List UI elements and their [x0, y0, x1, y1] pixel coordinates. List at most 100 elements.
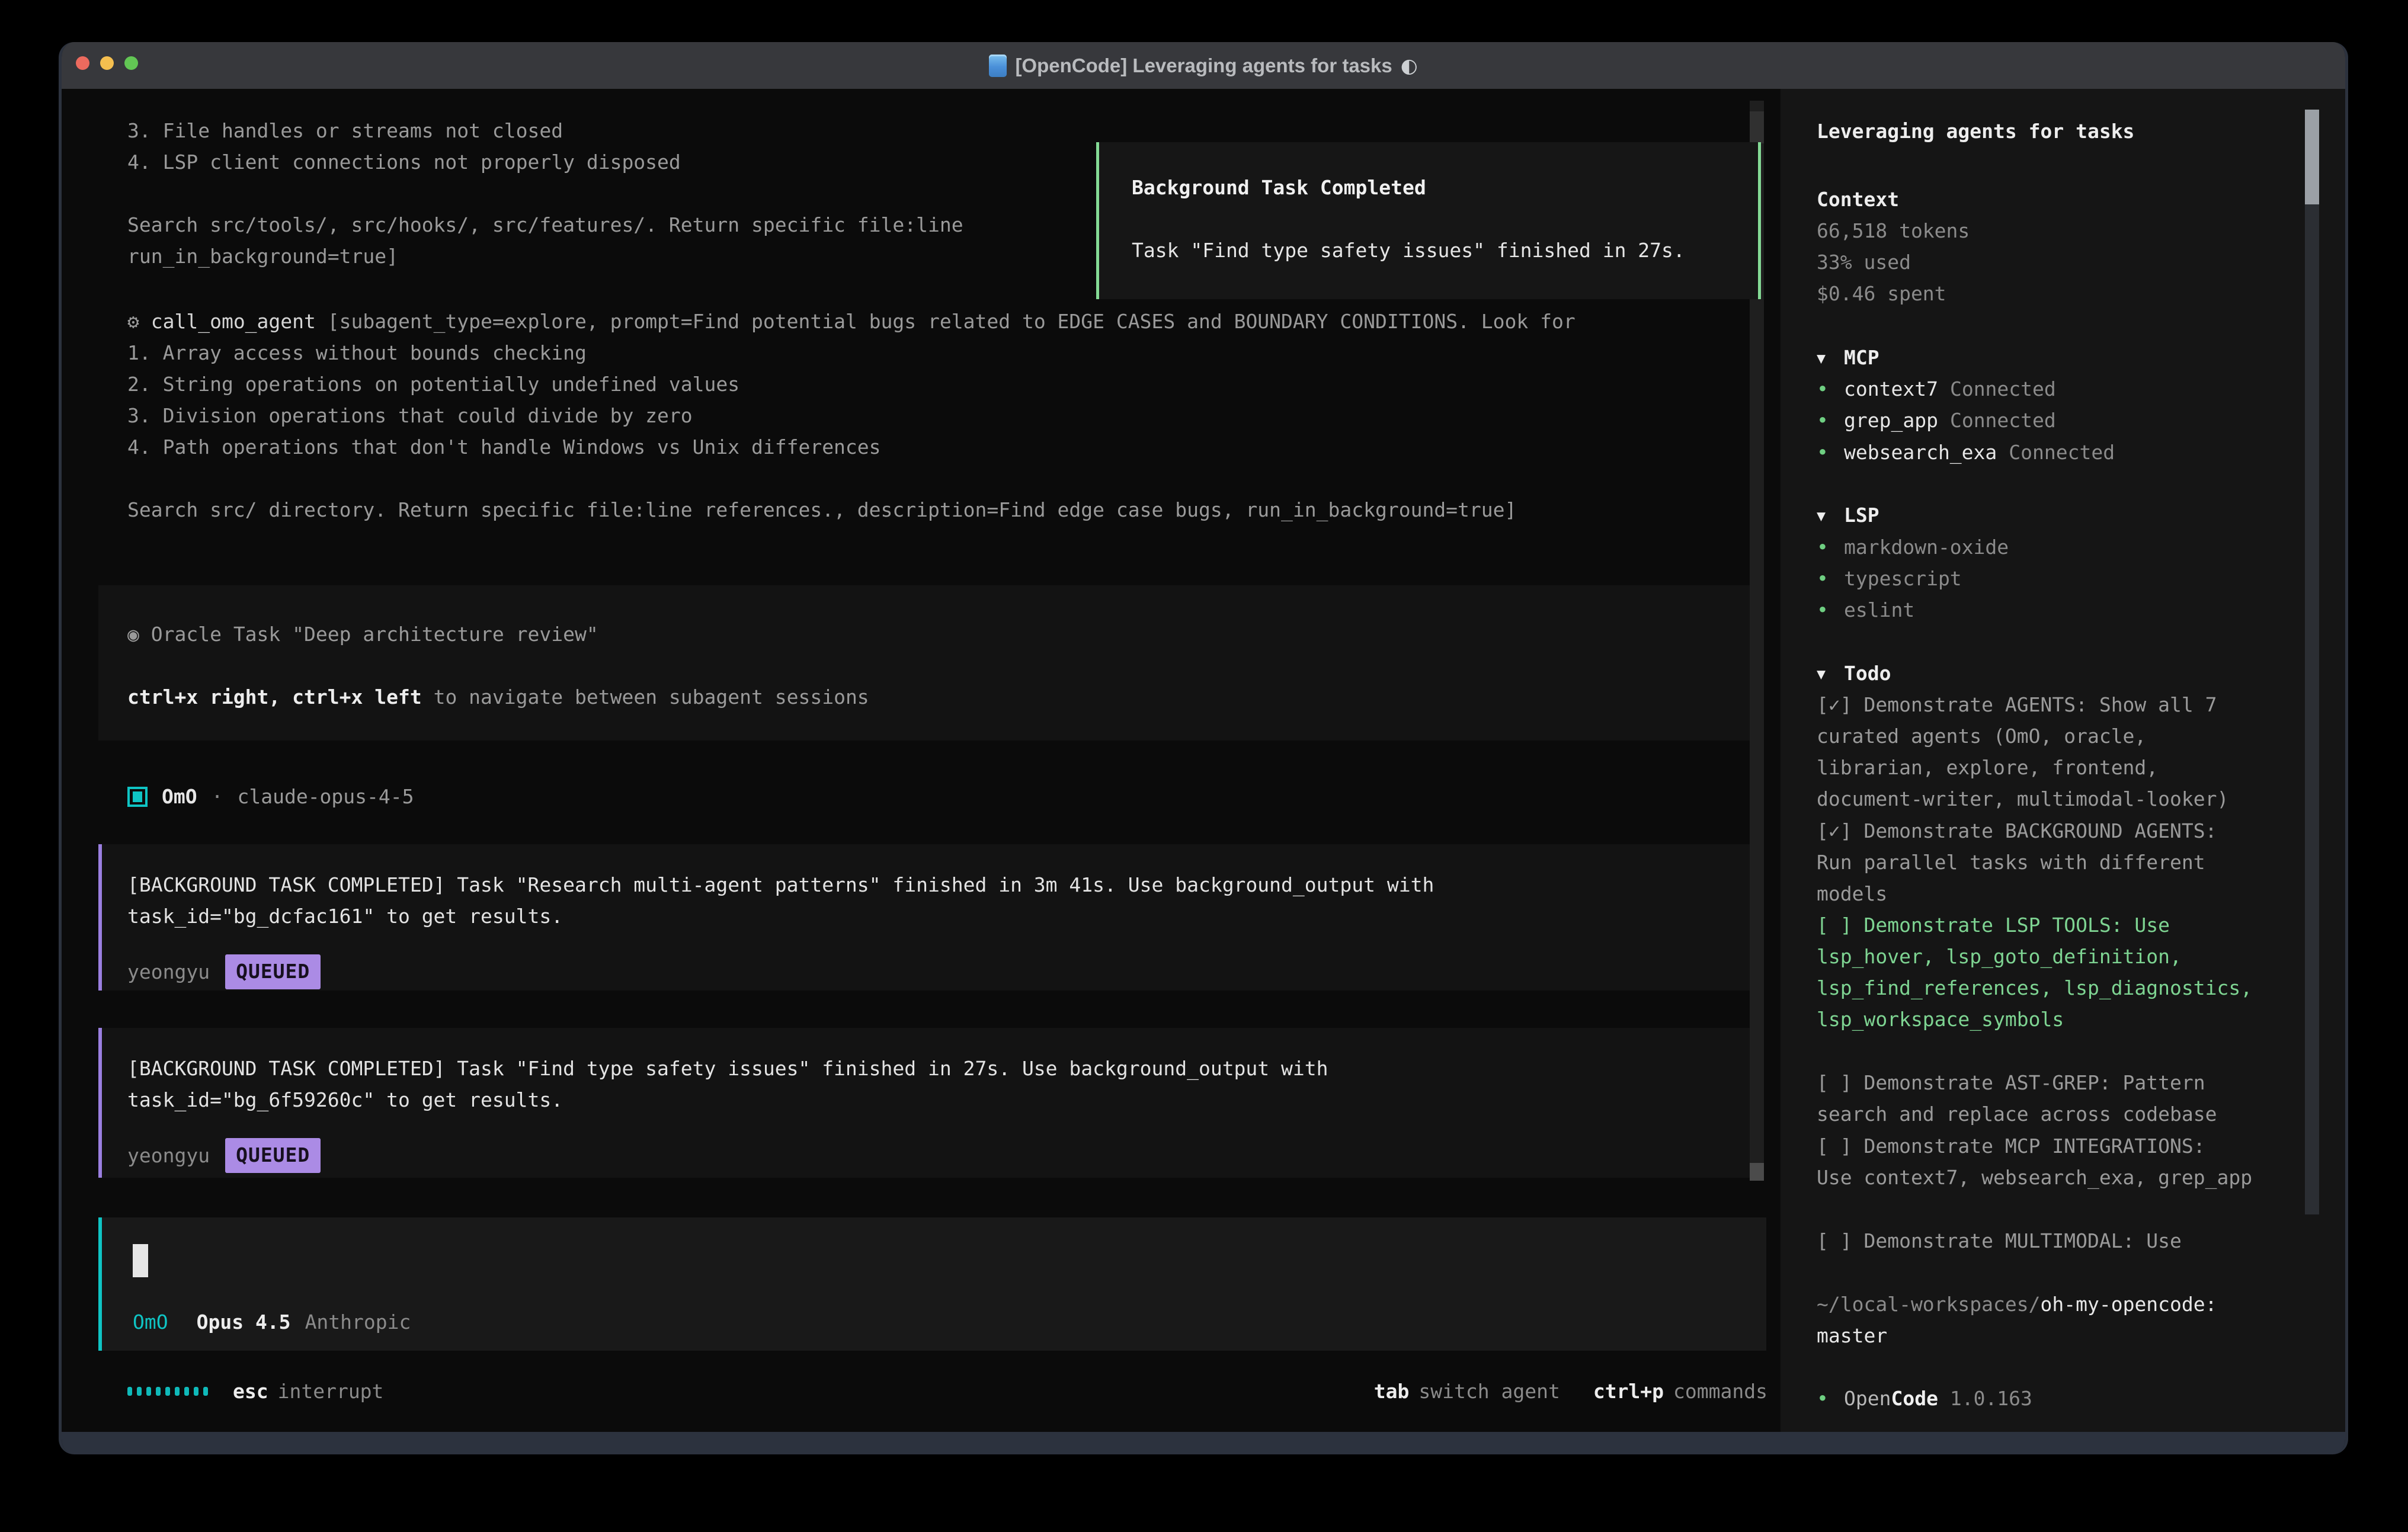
- traffic-lights: [76, 56, 138, 70]
- input-agent-name: OmO: [133, 1306, 168, 1338]
- context-stats: 66,518 tokens 33% used $0.46 spent: [1817, 215, 1970, 309]
- lsp-item: •typescript: [1817, 563, 1962, 594]
- todo-item-open: [ ] Demonstrate AST-GREP: Pattern search…: [1817, 1067, 2320, 1130]
- subagent-nav-hint: ctrl+x right, ctrl+x left to navigate be…: [127, 681, 1750, 713]
- window-titlebar[interactable]: [OpenCode] Leveraging agents for tasks ◐: [62, 42, 2345, 89]
- tab-key-hint: tab: [1374, 1376, 1410, 1407]
- mcp-section-header[interactable]: ▼MCP: [1817, 342, 1879, 374]
- input-model-name: Opus 4.5: [197, 1306, 291, 1338]
- context-heading: Context: [1817, 184, 1899, 215]
- prompt-input[interactable]: OmO Opus 4.5 Anthropic: [98, 1217, 1766, 1351]
- workspace-branch: master: [1817, 1320, 2320, 1351]
- task-message-meta: yeongyu QUEUED: [127, 954, 1750, 989]
- bullet-icon: •: [1817, 405, 1844, 436]
- todo-item-open: [ ] Demonstrate MULTIMODAL: Use: [1817, 1225, 2320, 1257]
- mcp-heading: MCP: [1844, 346, 1879, 369]
- chevron-down-icon: ▼: [1817, 658, 1844, 690]
- bullet-icon: •: [1817, 437, 1844, 468]
- todo-item-open: [ ] Demonstrate MCP INTEGRATIONS: Use co…: [1817, 1130, 2320, 1193]
- task-message-line1: [BACKGROUND TASK COMPLETED] Task "Find t…: [127, 1053, 1750, 1084]
- agent-session-header: OmO · claude-opus-4-5: [127, 781, 414, 812]
- mcp-name: grep_app: [1844, 409, 1938, 432]
- ctrlp-key-label: commands: [1673, 1376, 1767, 1407]
- mcp-name: context7: [1844, 377, 1938, 400]
- chevron-down-icon: ▼: [1817, 500, 1844, 531]
- workspace-path-dim: ~/local-workspaces/: [1817, 1293, 2041, 1316]
- mcp-status: Connected: [1950, 377, 2056, 400]
- input-provider-name: Anthropic: [305, 1306, 411, 1338]
- status-badge: QUEUED: [225, 1138, 321, 1173]
- task-message-meta: yeongyu QUEUED: [127, 1138, 1750, 1173]
- version-name-open: Open: [1844, 1387, 1891, 1410]
- gear-icon: ⚙: [127, 310, 139, 333]
- bullet-icon: •: [1817, 594, 1844, 626]
- text-cursor: [133, 1244, 148, 1277]
- status-badge: QUEUED: [225, 954, 321, 989]
- todo-section-header[interactable]: ▼Todo: [1817, 658, 1891, 690]
- task-message: [BACKGROUND TASK COMPLETED] Task "Find t…: [98, 1028, 1750, 1178]
- esc-key-hint: esc: [233, 1376, 268, 1407]
- lsp-heading: LSP: [1844, 504, 1879, 527]
- status-bar: esc interrupt tab switch agent ctrl+p co…: [127, 1376, 1767, 1407]
- task-author: yeongyu: [127, 956, 210, 988]
- lsp-item: •markdown-oxide: [1817, 531, 2009, 563]
- chat-scrollback-text: 3. File handles or streams not closed 4.…: [127, 115, 963, 272]
- minimize-button[interactable]: [100, 56, 114, 70]
- mcp-name: websearch_exa: [1844, 441, 1997, 464]
- task-message: [BACKGROUND TASK COMPLETED] Task "Resear…: [98, 844, 1750, 991]
- sidebar-scrollbar-thumb[interactable]: [2305, 110, 2319, 204]
- agent-model: claude-opus-4-5: [237, 781, 414, 812]
- mcp-item: •websearch_exa Connected: [1817, 437, 2115, 468]
- sidebar-scrollbar-track[interactable]: [2305, 110, 2319, 1214]
- half-moon-icon: ◐: [1401, 54, 1418, 77]
- todo-item-done: [✓] Demonstrate BACKGROUND AGENTS: Run p…: [1817, 815, 2320, 909]
- ctrlp-key-hint: ctrl+p: [1593, 1376, 1664, 1407]
- tab-key-label: switch agent: [1418, 1376, 1560, 1407]
- main-scrollbar-thumb[interactable]: [1750, 1163, 1764, 1181]
- window-title: [OpenCode] Leveraging agents for tasks ◐: [989, 54, 1417, 77]
- bullet-icon: •: [1817, 373, 1844, 405]
- agent-square-icon: [127, 787, 148, 807]
- separator-dot: ·: [212, 781, 223, 812]
- hint-text: to navigate between subagent sessions: [422, 685, 869, 709]
- mcp-status: Connected: [1950, 409, 2056, 432]
- lsp-section-header[interactable]: ▼LSP: [1817, 499, 1879, 531]
- input-model-row: OmO Opus 4.5 Anthropic: [133, 1306, 411, 1338]
- chevron-down-icon: ▼: [1817, 342, 1844, 374]
- workspace-path-strong: oh-my-opencode:: [2041, 1293, 2217, 1316]
- lsp-item: •eslint: [1817, 594, 1914, 626]
- version-name-code: Code: [1891, 1387, 1938, 1410]
- lsp-name: eslint: [1844, 598, 1914, 621]
- oracle-task-box: ◉ Oracle Task "Deep architecture review"…: [98, 585, 1750, 741]
- bullet-icon: •: [1817, 531, 1844, 563]
- window-title-text: [OpenCode] Leveraging agents for tasks: [1015, 55, 1392, 77]
- tool-call-body: 1. Array access without bounds checking …: [127, 337, 1576, 525]
- version-number: 1.0.163: [1938, 1387, 2032, 1410]
- sidebar: Leveraging agents for tasks Context 66,5…: [1781, 89, 2345, 1432]
- main-scrollbar-thumb-top[interactable]: [1750, 111, 1764, 143]
- background-task-toast: Background Task Completed Task "Find typ…: [1096, 142, 1761, 299]
- tool-call-header: ⚙ call_omo_agent [subagent_type=explore,…: [127, 306, 1576, 337]
- bullet-icon: •: [1817, 1383, 1844, 1414]
- task-message-line1: [BACKGROUND TASK COMPLETED] Task "Resear…: [127, 869, 1750, 900]
- tab-hint: tab switch agent: [1374, 1376, 1560, 1407]
- hint-keys: ctrl+x right, ctrl+x left: [127, 685, 422, 709]
- status-right: tab switch agent ctrl+p commands: [1341, 1376, 1767, 1407]
- tool-call-args: [subagent_type=explore, prompt=Find pote…: [328, 310, 1576, 333]
- opencode-version: •OpenCode 1.0.163: [1817, 1383, 2032, 1414]
- zoom-button[interactable]: [124, 56, 138, 70]
- mcp-item: •context7 Connected: [1817, 373, 2056, 405]
- close-button[interactable]: [76, 56, 89, 70]
- toast-title: Background Task Completed: [1132, 172, 1758, 203]
- agent-name: OmO: [162, 781, 197, 812]
- oracle-task-text: Oracle Task "Deep architecture review": [139, 623, 598, 646]
- esc-key-label: interrupt: [278, 1376, 384, 1407]
- lsp-name: markdown-oxide: [1844, 536, 2009, 559]
- spinner-dots-icon: [127, 1387, 208, 1396]
- workspace-path: ~/local-workspaces/oh-my-opencode: maste…: [1817, 1289, 2320, 1351]
- tool-call-name: call_omo_agent: [139, 310, 328, 333]
- ctrlp-hint: ctrl+p commands: [1593, 1376, 1767, 1407]
- task-message-line2: task_id="bg_6f59260c" to get results.: [127, 1084, 1750, 1116]
- mcp-status: Connected: [2009, 441, 2115, 464]
- todo-heading: Todo: [1844, 662, 1891, 685]
